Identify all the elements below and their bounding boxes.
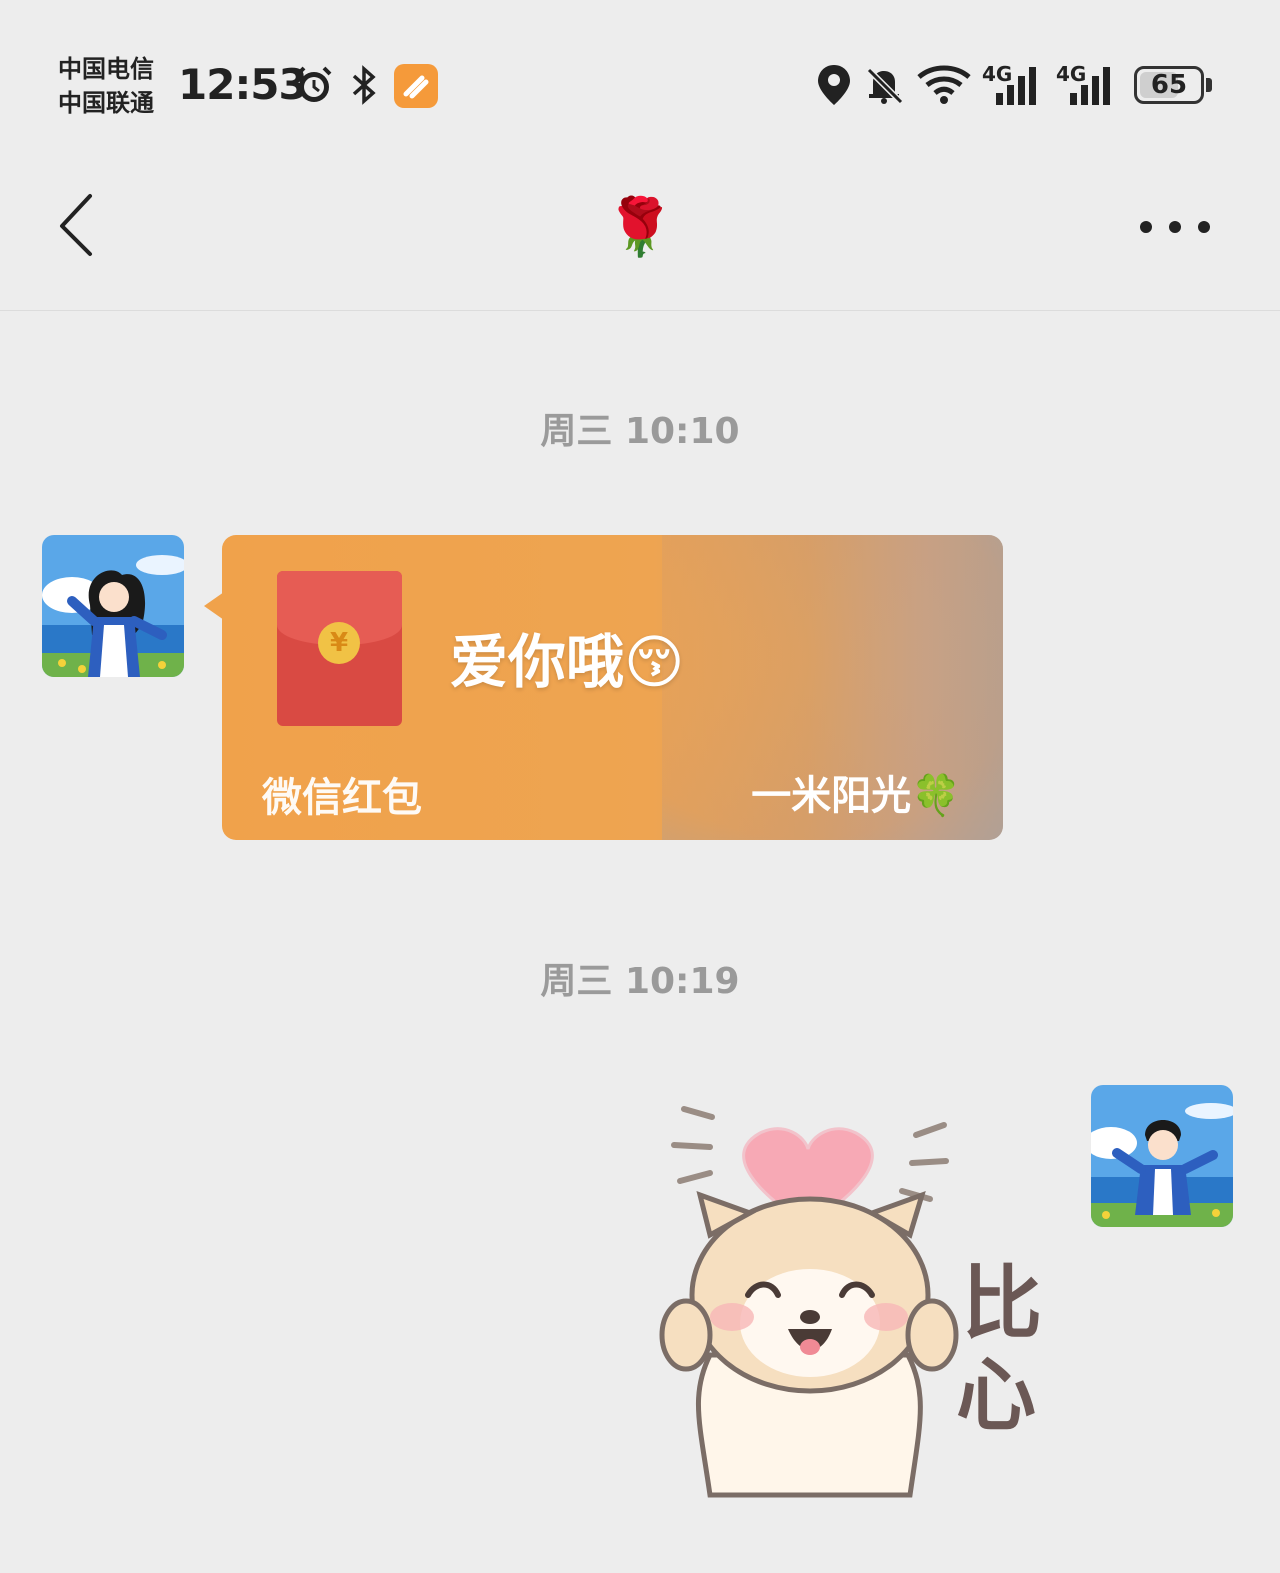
bell-muted-icon (862, 62, 906, 108)
sticker-message[interactable]: 比 心 (650, 1095, 1060, 1505)
chat-header: 🌹 (0, 160, 1280, 311)
red-envelope-icon: ¥ (277, 571, 402, 726)
more-dot (1140, 221, 1152, 233)
red-packet-greeting: 爱你哦😚 (450, 628, 685, 696)
bluetooth-icon (346, 62, 382, 108)
signal-icon (1066, 62, 1116, 108)
alarm-icon (292, 62, 336, 108)
battery-level: 65 (1150, 70, 1188, 100)
carrier-1: 中国电信 (58, 55, 154, 83)
battery-icon: 65 (1134, 66, 1204, 104)
red-packet-brand: 微信红包 (262, 775, 422, 821)
contact-avatar[interactable] (42, 535, 184, 677)
carrier-2: 中国联通 (58, 89, 154, 117)
app-badge-icon (394, 64, 438, 108)
wifi-icon (916, 62, 972, 108)
chat-title: 🌹 (605, 195, 675, 260)
status-bar: 中国电信 中国联通 12:53 4G 4G 65 (0, 0, 1280, 160)
coin-icon: ¥ (318, 622, 360, 664)
status-time: 12:53 (178, 60, 308, 109)
more-button[interactable] (1140, 210, 1210, 244)
location-icon (814, 62, 854, 108)
bubble-tail (204, 592, 224, 620)
red-packet-theme-name: 一米阳光🍀 (751, 773, 961, 819)
message-timestamp: 周三 10:19 (540, 961, 740, 1002)
battery-tip (1206, 78, 1212, 92)
more-dot (1198, 221, 1210, 233)
sticker-text-1: 比 (962, 1257, 1042, 1350)
carrier-labels: 中国电信 中国联通 (58, 52, 154, 120)
red-packet-card[interactable]: ¥ 爱你哦😚 微信红包 一米阳光🍀 (222, 535, 1003, 840)
more-dot (1169, 221, 1181, 233)
self-avatar[interactable] (1091, 1085, 1233, 1227)
signal-icon (992, 62, 1042, 108)
sticker-text-2: 心 (956, 1349, 1036, 1442)
message-timestamp: 周三 10:10 (540, 411, 740, 452)
